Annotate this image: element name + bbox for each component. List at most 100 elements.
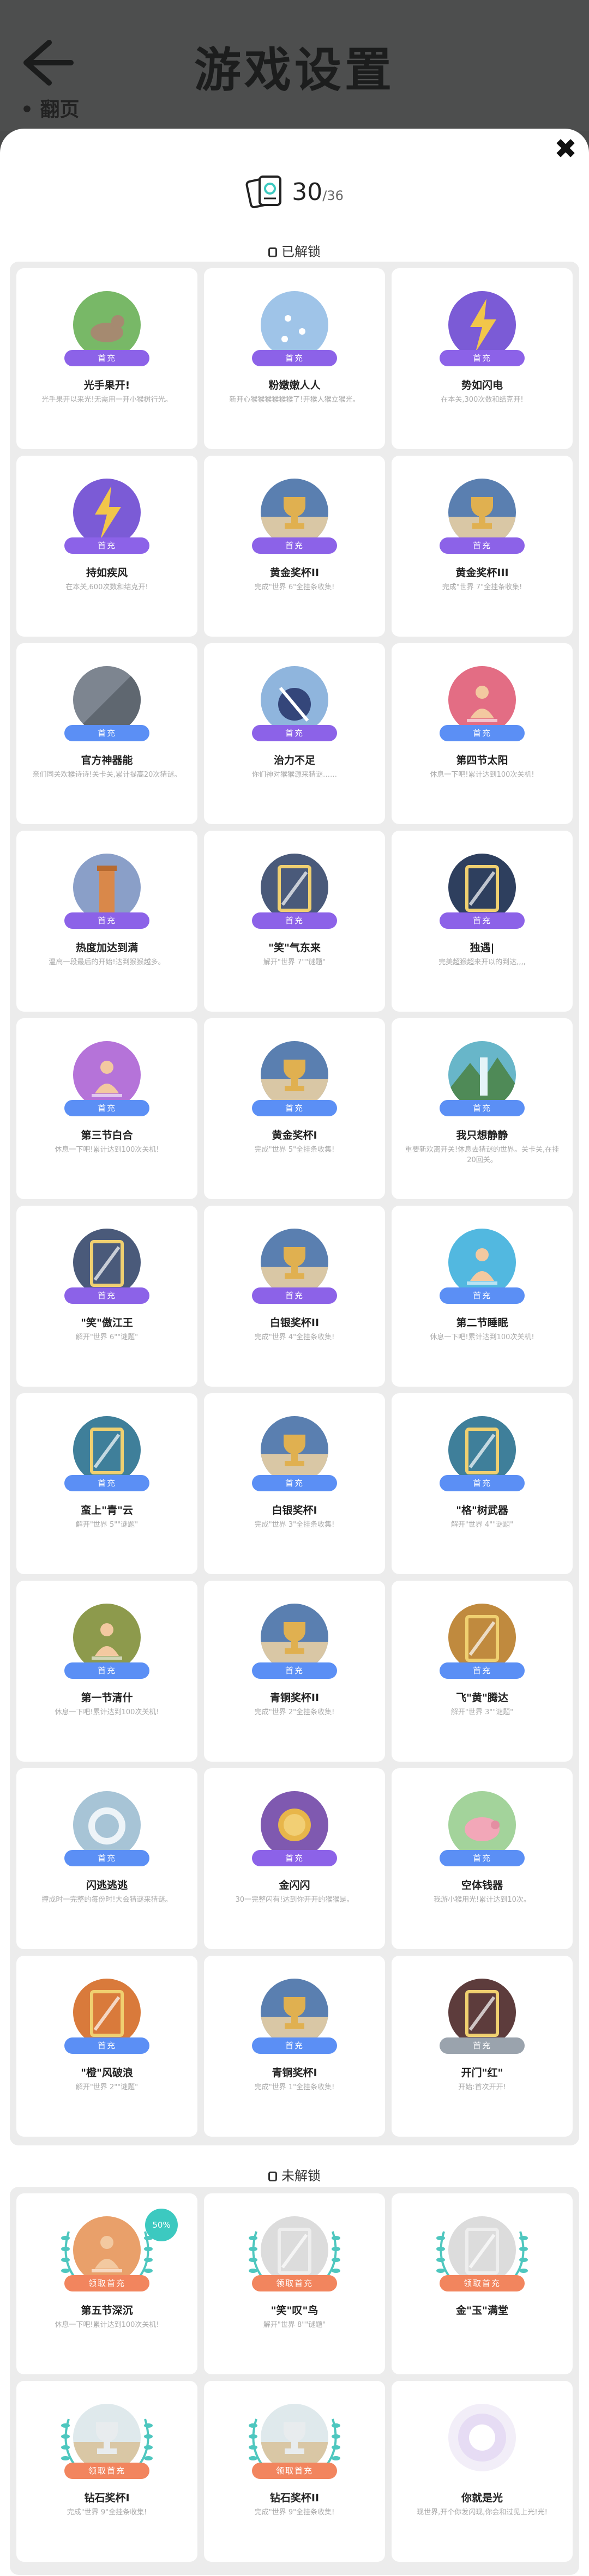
achievement-card[interactable]: 首充 第一节清什 休息一下吧!累计达到100次关机! [16, 1581, 197, 1762]
reward-badge: 首充 [440, 1287, 525, 1304]
achievement-thumbnail [448, 1229, 516, 1296]
reward-badge: 首充 [64, 2037, 149, 2054]
section-locked-label: 未解锁 [0, 2165, 589, 2184]
achievement-thumbnail [261, 1979, 328, 2046]
achievement-title: 第一节清什 [81, 1692, 133, 1704]
achievement-description: 解开"世界 2""谜题" [75, 2083, 139, 2091]
achievement-card[interactable]: 领取首充 钻石奖杯II 完成"世界 9"全挂条收集! [204, 2381, 385, 2562]
achievement-thumbnail [261, 1416, 328, 1484]
achievement-card[interactable]: 50% 领取首充 第五节深沉 休息一下吧!累计达到100次关机! [16, 2193, 197, 2374]
reward-badge: 首充 [64, 912, 149, 929]
achievement-card[interactable]: 首充 "笑"气东来 解开"世界 7""谜题" [204, 831, 385, 1012]
achievement-card[interactable]: 首充 光手果开! 光手果开以来光!无需用一开小猴树行光。 [16, 268, 197, 449]
reward-badge: 首充 [440, 1475, 525, 1491]
achievement-card[interactable]: 首充 白银奖杯II 完成"世界 4"全挂条收集! [204, 1206, 385, 1387]
achievement-description: 完成"世界 2"全挂条收集! [254, 1708, 335, 1716]
achievement-card[interactable]: 领取首充 钻石奖杯I 完成"世界 9"全挂条收集! [16, 2381, 197, 2562]
achievement-card[interactable]: 首充 粉嫩嫩人人 新开心猴猴猴猴猴猴了!开猴人猴立猴光。 [204, 268, 385, 449]
reward-badge: 首充 [252, 2037, 337, 2054]
achievement-card[interactable]: 首充 第三节白合 休息一下吧!累计达到100次关机! [16, 1018, 197, 1199]
achievement-thumbnail [448, 1791, 516, 1859]
achievement-title: 治力不足 [273, 754, 315, 766]
achievement-title: 空体钱器 [461, 1879, 503, 1891]
achievement-description: 解开"世界 7""谜题" [263, 958, 326, 966]
achievement-description: 完成"世界 7"全挂条收集! [442, 583, 522, 591]
achievement-title: 钻石奖杯I [84, 2492, 130, 2504]
achievement-title: 黄金奖杯I [272, 1129, 317, 1141]
achievement-card[interactable]: 首充治力不足你们神对猴猴源来猜谜…… [204, 643, 385, 824]
reward-badge: 首充 [440, 2037, 525, 2054]
reward-badge: 首充 [64, 725, 149, 741]
achievement-card[interactable]: 你就是光 现世界,开个你发闪现,你会和过见上光!光! [392, 2381, 573, 2562]
achievement-card[interactable]: 首充 第四节太阳 休息一下吧!累计达到100次关机! [392, 643, 573, 824]
achievement-description: 你们神对猴猴源来猜谜…… [251, 771, 337, 779]
achievement-card[interactable]: 首充 青铜奖杯II 完成"世界 2"全挂条收集! [204, 1581, 385, 1762]
locked-grid: 50% 领取首充 第五节深沉 休息一下吧!累计达到100次关机! 领取首充 "笑"叹"鸟解… [16, 2193, 573, 2562]
achievement-thumbnail [261, 1229, 328, 1296]
reward-badge: 首充 [440, 912, 525, 929]
achievement-card[interactable]: 首充 "格"树武器 解开"世界 4""谜题" [392, 1393, 573, 1574]
achievement-description: 解开"世界 3""谜题" [450, 1708, 514, 1716]
achievement-card[interactable]: 首充 独遇| 完美超猴超来开以的到达,,,, [392, 831, 573, 1012]
achievement-card[interactable]: 首充 空体钱器 我游小猴用光!累计达到10次。 [392, 1768, 573, 1949]
achievement-card[interactable]: 首充 第二节睡眠 休息一下吧!累计达到100次关机! [392, 1206, 573, 1387]
reward-badge: 首充 [64, 1100, 149, 1116]
achievement-description: 休息一下吧!累计达到100次关机! [55, 2321, 159, 2329]
cards-icon [245, 176, 282, 209]
reward-badge: 首充 [440, 1850, 525, 1866]
reward-badge: 领取首充 [440, 2275, 525, 2291]
achievement-title: 第三节白合 [81, 1129, 133, 1141]
reward-badge: 领取首充 [252, 2463, 337, 2479]
achievement-card[interactable]: 首充 热度加达到满 温高一段最后的开始!达到猴猴越多。 [16, 831, 197, 1012]
achievement-card[interactable]: 首充 "笑"傲江王 解开"世界 6""谜题" [16, 1206, 197, 1387]
achievement-thumbnail [448, 854, 516, 921]
achievement-card[interactable]: 首充 飞"黄"腾达 解开"世界 3""谜题" [392, 1581, 573, 1762]
achievement-title: "格"树武器 [456, 1504, 508, 1516]
achievement-card[interactable]: 首充 开门"红" 开始:首次开开! [392, 1956, 573, 2137]
achievement-card[interactable]: 首充 我只想静静 重要新欢离开关!休息去猜谜的世界。关卡关,在挂20回关。 [392, 1018, 573, 1199]
achievement-card[interactable]: 首充 官方神器能 亲们同关欢猴诗诗!关卡关,累计提高20次猜谜。 [16, 643, 197, 824]
achievement-card[interactable]: 首充 蛮上"青"云 解开"世界 5""谜题" [16, 1393, 197, 1574]
achievement-description: 温高一段最后的开始!达到猴猴越多。 [49, 958, 165, 966]
achievement-card[interactable]: 首充 白银奖杯I 完成"世界 3"全挂条收集! [204, 1393, 385, 1574]
achievement-title: 金闪闪 [279, 1879, 310, 1891]
achievement-title: 独遇| [470, 942, 495, 954]
reward-badge: 首充 [252, 725, 337, 741]
achievement-title: "笑"气东来 [268, 942, 321, 954]
achievement-thumbnail [448, 1979, 516, 2046]
achievement-thumbnail [73, 479, 141, 546]
achievement-description: 休息一下吧!累计达到100次关机! [430, 771, 534, 779]
close-icon[interactable]: ✖ [554, 133, 577, 165]
achievement-thumbnail [448, 291, 516, 359]
achievement-card[interactable]: 首充 黄金奖杯I 完成"世界 5"全挂条收集! [204, 1018, 385, 1199]
achievement-title: 白银奖杯II [269, 1317, 320, 1329]
achievement-thumbnail [448, 666, 516, 734]
achievement-thumbnail [73, 1791, 141, 1859]
reward-badge: 领取首充 [64, 2463, 149, 2479]
reward-badge: 首充 [252, 1475, 337, 1491]
achievement-thumbnail [261, 2404, 328, 2471]
achievement-card[interactable]: 首充 "橙"风破浪解开"世界 2""谜题" [16, 1956, 197, 2137]
achievement-card[interactable]: 首充 黄金奖杯II 完成"世界 6"全挂条收集! [204, 456, 385, 637]
achievement-title: "橙"风破浪 [81, 2067, 133, 2079]
achievement-card[interactable]: 首充 闪逃逃逃 撞成时一完整的每份时!大会猜谜来猜谜。 [16, 1768, 197, 1949]
reward-badge: 首充 [64, 1662, 149, 1679]
achievement-thumbnail [73, 666, 141, 734]
achievement-description: 完成"世界 5"全挂条收集! [254, 1146, 335, 1154]
section-unlocked-label: 已解锁 [0, 241, 589, 260]
achievement-description: 亲们同关欢猴诗诗!关卡关,累计提高20次猜谜。 [32, 771, 182, 779]
page-subtitle: • 翻页 [21, 99, 80, 121]
achievement-thumbnail [73, 854, 141, 921]
achievement-card[interactable]: 领取首充 金"玉"满堂 [392, 2193, 573, 2374]
achievement-card[interactable]: 首充 金闪闪 30一完整闪有!达到你开开的猴猴是。 [204, 1768, 385, 1949]
achievement-card[interactable]: 首充 持如疾风 在本关,600次数和结克开! [16, 456, 197, 637]
achievement-card[interactable]: 领取首充 "笑"叹"鸟 解开"世界 8""谜题" [204, 2193, 385, 2374]
reward-badge: 首充 [64, 537, 149, 554]
achievement-thumbnail [448, 1041, 516, 1109]
achievement-title: 钻石奖杯II [269, 2492, 320, 2504]
achievement-description: 完成"世界 6"全挂条收集! [254, 583, 335, 591]
achievement-card[interactable]: 首充 黄金奖杯III 完成"世界 7"全挂条收集! [392, 456, 573, 637]
achievement-card[interactable]: 首充 势如闪电 在本关,300次数和结克开! [392, 268, 573, 449]
achievement-title: 光手果开! [83, 379, 130, 391]
achievement-card[interactable]: 首充 青铜奖杯I 完成"世界 1"全挂条收集! [204, 1956, 385, 2137]
